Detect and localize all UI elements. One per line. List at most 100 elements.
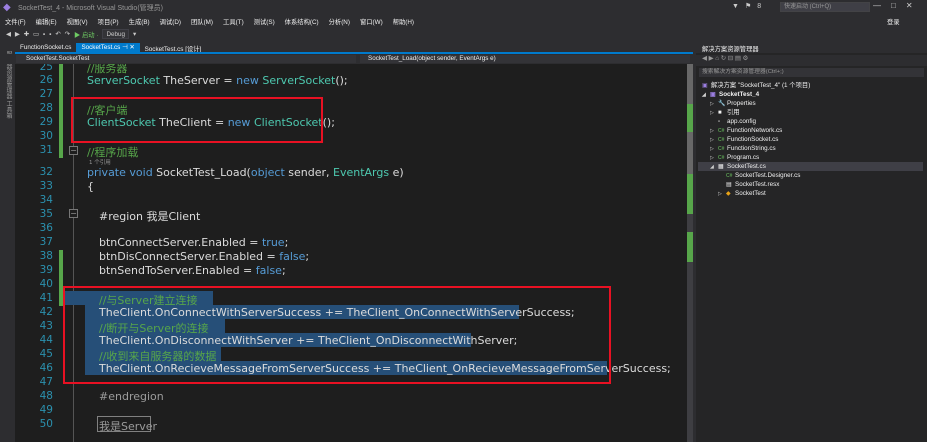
code-editor[interactable]: 25 26 27 28 29 30 31 32 33 34 35 36 37 3… <box>15 64 687 442</box>
back-icon[interactable]: ◀ <box>702 55 707 62</box>
code-token: false <box>279 250 306 263</box>
open-icon[interactable]: ▭ <box>33 31 39 38</box>
line-number: 39 <box>39 264 53 276</box>
tree-item-class[interactable]: ▷ ◆ SocketTest <box>718 189 766 198</box>
code-token: (); <box>335 74 348 87</box>
code-token: ; <box>284 236 289 249</box>
line-number: 36 <box>39 222 53 234</box>
tree-item-label: SocketTest <box>735 190 766 197</box>
refresh-icon[interactable]: ↻ <box>721 55 726 62</box>
tree-item-file[interactable]: ▤ SocketTest.resx <box>726 180 779 189</box>
tree-item-file[interactable]: C# SocketTest.Designer.cs <box>726 171 800 180</box>
menu-analyze[interactable]: 分析(N) <box>324 15 355 27</box>
close-tab-icon[interactable]: ✕ <box>129 44 134 51</box>
solution-explorer-panel: 解决方案资源管理器 ◀ ▶ ⌂ ↻ ⊟ ▤ ⚙ 搜索解决方案资源管理器(Ctrl… <box>696 43 927 442</box>
title-bar: ◆ SocketTest_4 - Microsoft Visual Studio… <box>0 0 927 15</box>
menu-project[interactable]: 项目(P) <box>93 15 124 27</box>
type-dropdown[interactable]: SocketTest.SocketTest <box>16 55 356 63</box>
tree-item-file[interactable]: ▷ C# Program.cs <box>710 153 759 162</box>
menu-help[interactable]: 帮助(H) <box>388 15 419 27</box>
menu-edit[interactable]: 编辑(E) <box>31 15 62 27</box>
menu-tools[interactable]: 工具(T) <box>218 15 249 27</box>
new-project-icon[interactable]: ✚ <box>24 31 29 38</box>
back-icon[interactable]: ◀ <box>6 31 11 38</box>
menu-file[interactable]: 文件(F) <box>0 15 31 27</box>
code-token: btnConnectServer.Enabled = <box>99 236 262 249</box>
forward-icon[interactable]: ▶ <box>709 55 714 62</box>
code-token: SocketTest_Load( <box>152 166 251 179</box>
expanded-arrow-icon[interactable]: ◢ <box>710 163 718 172</box>
configuration-dropdown[interactable]: Debug <box>102 29 130 39</box>
save-icon[interactable]: ▪ <box>43 31 45 38</box>
code-token: true <box>261 236 285 249</box>
maximize-icon[interactable]: □ <box>891 1 896 10</box>
minimize-icon[interactable]: — <box>873 1 881 10</box>
start-button[interactable]: ▶ 启动 · <box>74 30 99 39</box>
tree-item-label: 引用 <box>727 109 740 116</box>
properties-icon[interactable]: ⚙ <box>743 55 749 62</box>
menu-build[interactable]: 生成(B) <box>124 15 155 27</box>
tree-item-app-config[interactable]: ▫ app.config <box>718 117 756 126</box>
tree-item-properties[interactable]: ▷ 🔧 Properties <box>710 99 756 108</box>
tree-item-file[interactable]: ▷ C# FunctionNetwork.cs <box>710 126 782 135</box>
menu-architecture[interactable]: 体系结构(C) <box>280 15 324 27</box>
menu-window[interactable]: 窗口(W) <box>355 15 388 27</box>
tree-item-label: SocketTest.cs <box>727 163 766 170</box>
undo-icon[interactable]: ↶ <box>55 31 60 38</box>
solution-search-input[interactable]: 搜索解决方案资源管理器(Ctrl+;) <box>699 68 924 77</box>
code-token: false <box>255 264 282 277</box>
quick-launch-input[interactable]: 快速启动 (Ctrl+Q) <box>780 2 870 12</box>
window-controls: — □ ✕ <box>873 1 913 10</box>
tree-item-label: SocketTest.resx <box>735 181 780 188</box>
notification-flag-icon[interactable]: ⚑ <box>745 2 751 10</box>
member-dropdown[interactable]: SocketTest_Load(object sender, EventArgs… <box>360 55 690 63</box>
collapse-icon[interactable]: − <box>69 209 78 218</box>
chevron-down-icon[interactable]: ▾ <box>133 31 136 38</box>
tree-item-references[interactable]: ▷ ■ 引用 <box>710 108 740 117</box>
line-number: 38 <box>39 250 53 262</box>
menu-test[interactable]: 测试(S) <box>249 15 280 27</box>
collapse-all-icon[interactable]: ⊟ <box>728 55 733 62</box>
codelens-references[interactable]: 1 个引用 <box>89 158 111 166</box>
menu-debug[interactable]: 调试(D) <box>155 15 186 27</box>
code-line-39: btnSendToServer.Enabled = false; <box>99 264 286 277</box>
collapse-icon[interactable]: − <box>69 146 78 155</box>
tree-item-file[interactable]: ▷ C# FunctionSocket.cs <box>710 135 778 144</box>
forward-icon[interactable]: ▶ <box>15 31 20 38</box>
tree-item-project[interactable]: ◢ ▣ SocketTest_4 <box>702 90 759 99</box>
notification-count[interactable]: 8 <box>757 3 761 10</box>
tree-item-label: SocketTest_4 <box>719 91 760 98</box>
line-number: 45 <box>39 348 53 360</box>
home-icon[interactable]: ⌂ <box>715 55 719 62</box>
code-token: EventArgs <box>333 166 390 179</box>
line-number: 37 <box>39 236 53 248</box>
collapsed-arrow-icon[interactable]: ▷ <box>718 190 726 199</box>
collapsed-region-label[interactable]: 我是Server <box>99 418 157 434</box>
tree-item-label: Program.cs <box>727 154 760 161</box>
line-number: 25 <box>39 64 53 73</box>
show-all-files-icon[interactable]: ▤ <box>735 55 741 62</box>
code-token: e) <box>389 166 404 179</box>
solution-explorer-title: 解决方案资源管理器 <box>696 43 927 53</box>
collapsed-arrow-icon[interactable]: ▷ <box>710 109 718 118</box>
expanded-arrow-icon[interactable]: ◢ <box>702 91 710 100</box>
code-token: void <box>129 166 153 179</box>
code-token: object <box>250 166 285 179</box>
code-token: new <box>236 74 259 87</box>
menu-team[interactable]: 团队(M) <box>186 15 218 27</box>
tree-item-sockettest-selected[interactable]: ◢ ▦ SocketTest.cs <box>698 162 923 171</box>
filter-icon[interactable]: ▼ <box>732 3 739 10</box>
pin-icon[interactable]: ⊣ <box>122 44 128 51</box>
login-link[interactable]: 登录 <box>887 17 900 26</box>
menu-view[interactable]: 视图(V) <box>62 15 93 27</box>
tab-sockettest-label: SocketTest.cs <box>81 44 121 51</box>
close-icon[interactable]: ✕ <box>906 1 913 10</box>
redo-icon[interactable]: ↷ <box>65 31 70 38</box>
tree-item-solution[interactable]: ▣ 解决方案 "SocketTest_4" (1 个项目) <box>702 81 810 90</box>
code-token: ; <box>305 250 310 263</box>
line-number: 35 <box>39 208 53 220</box>
save-all-icon[interactable]: ▪ <box>49 31 51 38</box>
tree-item-file[interactable]: ▷ C# FunctionString.cs <box>710 144 776 153</box>
tree-item-label: FunctionNetwork.cs <box>727 127 783 134</box>
tree-item-label: 解决方案 "SocketTest_4" (1 个项目) <box>711 82 811 89</box>
